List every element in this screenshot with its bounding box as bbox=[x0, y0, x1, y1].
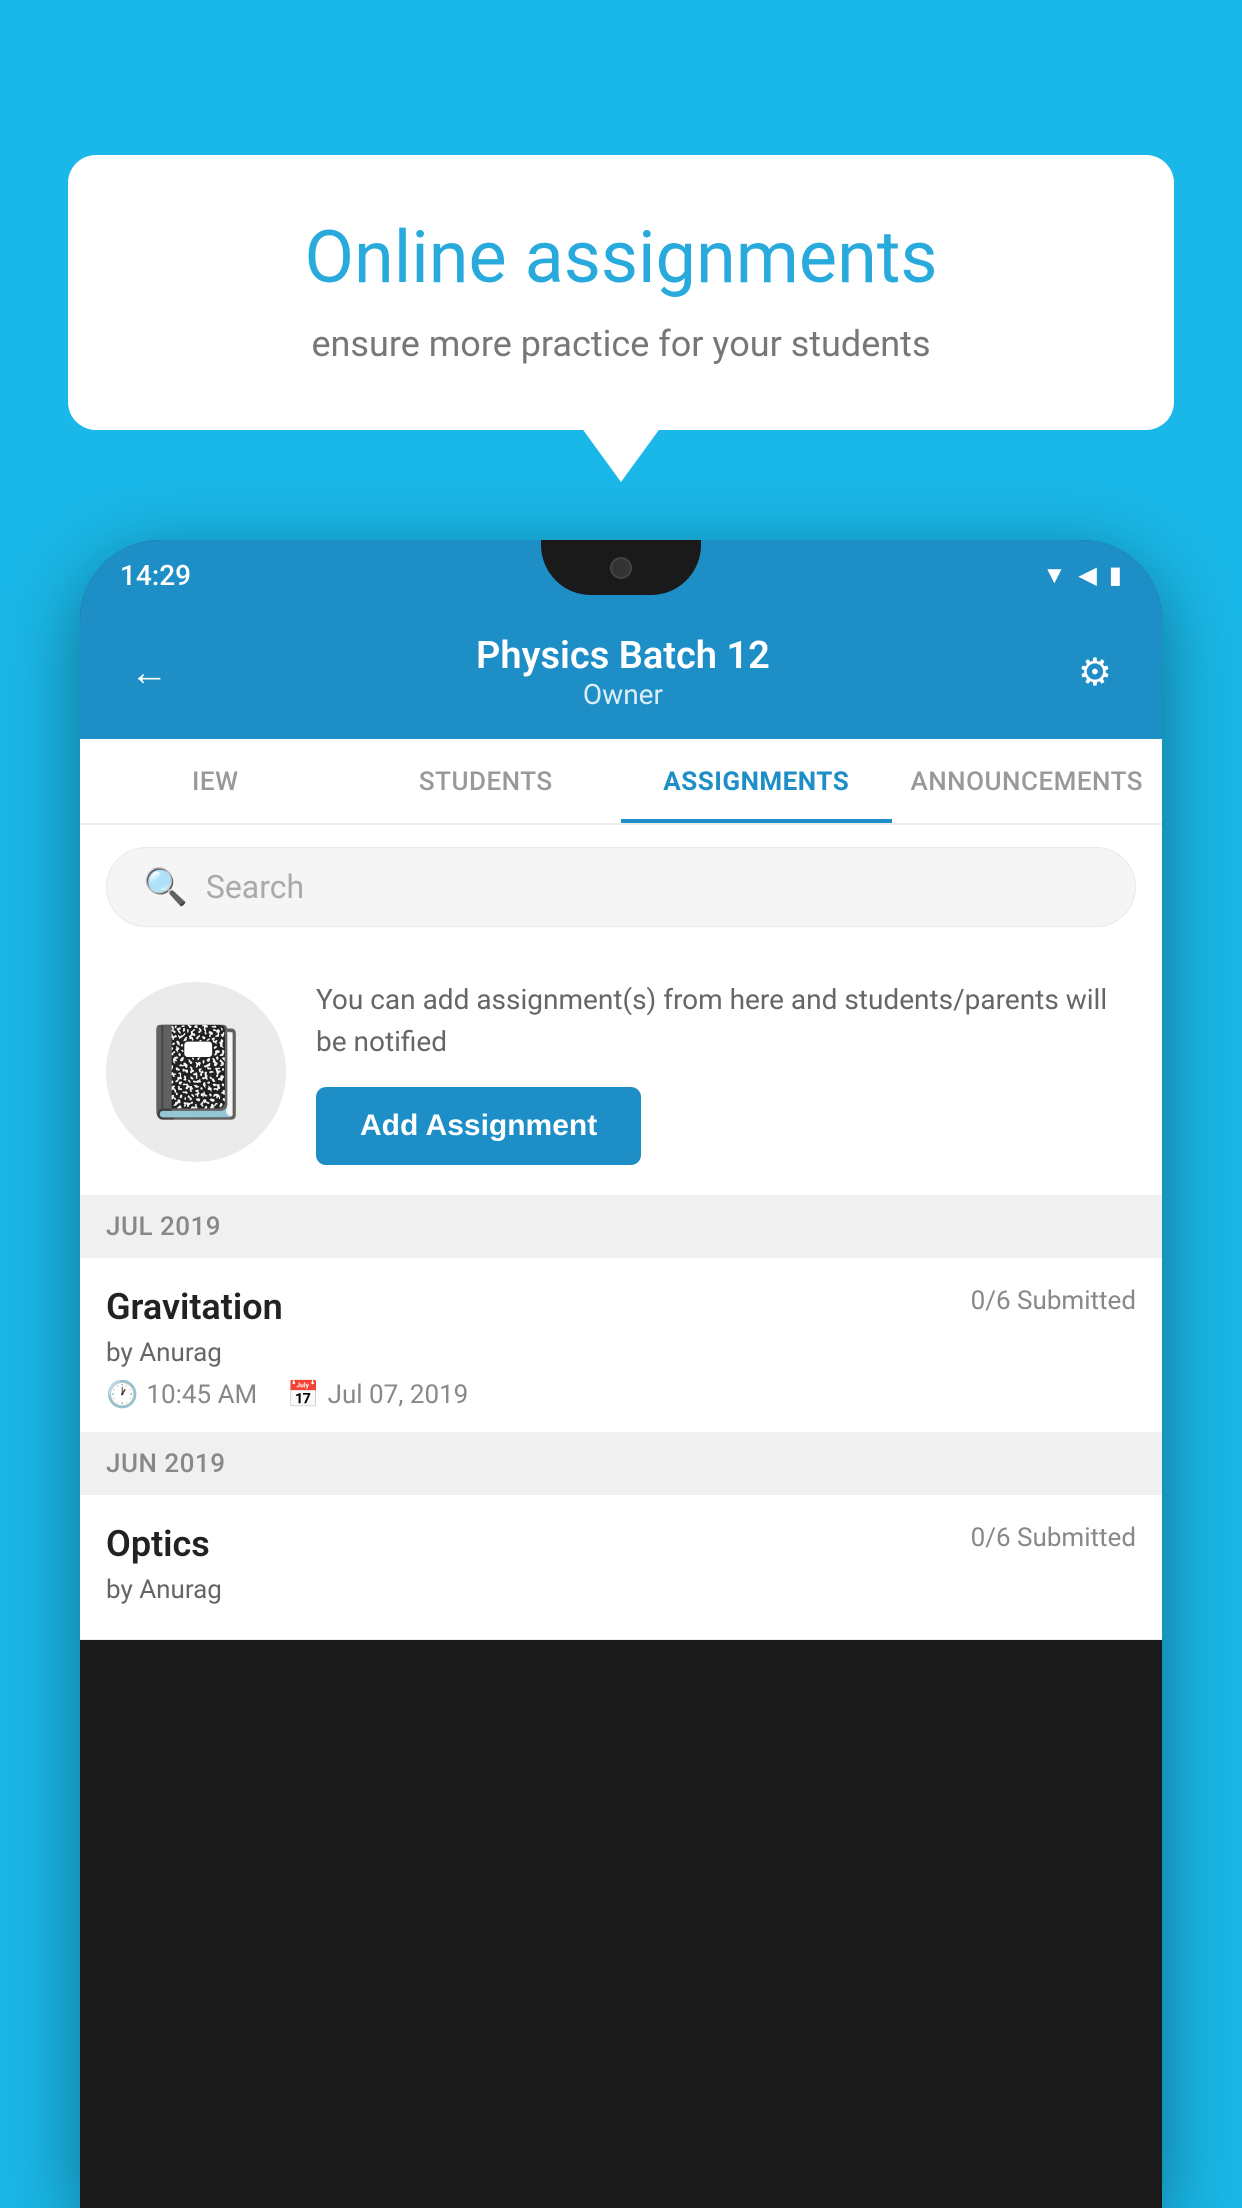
tab-announcements[interactable]: ANNOUNCEMENTS bbox=[892, 739, 1163, 823]
phone-frame: 14:29 ▼ ◀ ▮ ← Physics Batch 12 Owner ⚙ I… bbox=[80, 540, 1162, 2208]
back-button[interactable]: ← bbox=[120, 641, 178, 705]
assignment-by-optics: by Anurag bbox=[106, 1575, 1136, 1605]
assignment-meta-gravitation: 🕐 10:45 AM 📅 Jul 07, 2019 bbox=[106, 1380, 1136, 1410]
add-assignment-promo: 📓 You can add assignment(s) from here an… bbox=[80, 949, 1162, 1196]
add-assignment-button[interactable]: Add Assignment bbox=[316, 1087, 641, 1165]
phone-content: 🔍 Search 📓 You can add assignment(s) fro… bbox=[80, 825, 1162, 1640]
assignment-submitted-gravitation: 0/6 Submitted bbox=[971, 1286, 1136, 1316]
assignment-item-gravitation[interactable]: Gravitation 0/6 Submitted by Anurag 🕐 10… bbox=[80, 1258, 1162, 1433]
battery-icon: ▮ bbox=[1109, 561, 1122, 589]
tab-students[interactable]: STUDENTS bbox=[351, 739, 622, 823]
header-center: Physics Batch 12 Owner bbox=[476, 634, 770, 711]
assignment-date-gravitation: 📅 Jul 07, 2019 bbox=[287, 1380, 468, 1410]
tab-assignments[interactable]: ASSIGNMENTS bbox=[621, 739, 892, 823]
settings-button[interactable]: ⚙ bbox=[1068, 640, 1122, 705]
speech-bubble-container: Online assignments ensure more practice … bbox=[68, 155, 1174, 430]
promo-description: You can add assignment(s) from here and … bbox=[316, 979, 1136, 1063]
assignment-title-optics: Optics bbox=[106, 1523, 210, 1565]
camera bbox=[610, 557, 632, 579]
header-subtitle: Owner bbox=[476, 678, 770, 711]
time-text-gravitation: 10:45 AM bbox=[146, 1380, 257, 1410]
speech-bubble-title: Online assignments bbox=[138, 215, 1104, 301]
assignment-submitted-optics: 0/6 Submitted bbox=[971, 1523, 1136, 1553]
promo-text-area: You can add assignment(s) from here and … bbox=[316, 979, 1136, 1165]
promo-icon-circle: 📓 bbox=[106, 982, 286, 1162]
wifi-icon: ▼ bbox=[1043, 561, 1067, 590]
phone-notch bbox=[541, 540, 701, 595]
assignment-time-gravitation: 🕐 10:45 AM bbox=[106, 1380, 257, 1410]
clock-icon: 🕐 bbox=[106, 1380, 138, 1410]
month-header-jun: JUN 2019 bbox=[80, 1433, 1162, 1495]
search-icon: 🔍 bbox=[143, 866, 188, 908]
app-header: ← Physics Batch 12 Owner ⚙ bbox=[80, 610, 1162, 739]
status-time: 14:29 bbox=[120, 559, 191, 592]
speech-bubble-subtitle: ensure more practice for your students bbox=[138, 323, 1104, 365]
assignment-by-gravitation: by Anurag bbox=[106, 1338, 1136, 1368]
search-placeholder: Search bbox=[206, 868, 304, 906]
tab-iew[interactable]: IEW bbox=[80, 739, 351, 823]
header-title: Physics Batch 12 bbox=[476, 634, 770, 678]
signal-icon: ◀ bbox=[1078, 561, 1096, 589]
assignment-item-optics[interactable]: Optics 0/6 Submitted by Anurag bbox=[80, 1495, 1162, 1640]
assignment-title-gravitation: Gravitation bbox=[106, 1286, 283, 1328]
date-text-gravitation: Jul 07, 2019 bbox=[328, 1380, 469, 1410]
month-header-jul: JUL 2019 bbox=[80, 1196, 1162, 1258]
assignment-top-row-optics: Optics 0/6 Submitted bbox=[106, 1523, 1136, 1565]
tabs-bar: IEW STUDENTS ASSIGNMENTS ANNOUNCEMENTS bbox=[80, 739, 1162, 825]
speech-bubble: Online assignments ensure more practice … bbox=[68, 155, 1174, 430]
notebook-icon: 📓 bbox=[140, 1020, 252, 1125]
status-icons: ▼ ◀ ▮ bbox=[1043, 561, 1122, 590]
assignment-top-row: Gravitation 0/6 Submitted bbox=[106, 1286, 1136, 1328]
search-bar-wrapper: 🔍 Search bbox=[80, 825, 1162, 949]
status-bar: 14:29 ▼ ◀ ▮ bbox=[80, 540, 1162, 610]
search-bar[interactable]: 🔍 Search bbox=[106, 847, 1136, 927]
calendar-icon: 📅 bbox=[287, 1380, 319, 1410]
